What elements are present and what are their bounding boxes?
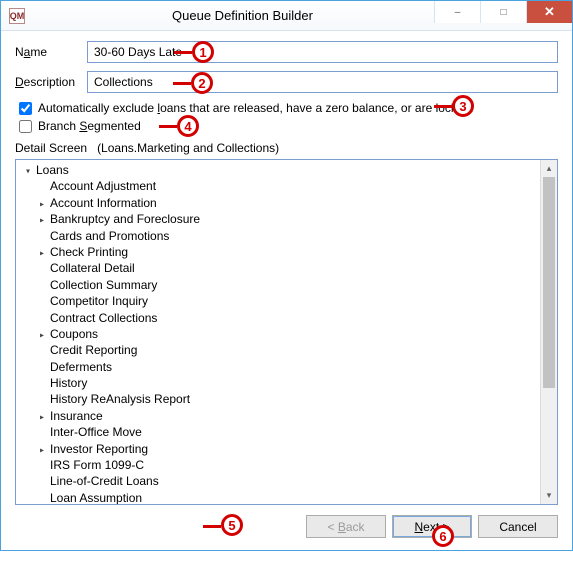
window-frame: QM Queue Definition Builder – □ ✕ Name D… [0,0,573,551]
description-input[interactable] [87,71,558,93]
tree-item[interactable]: Competitor Inquiry [22,293,540,309]
tree-item[interactable]: IRS Form 1099-C [22,457,540,473]
tree-item-label[interactable]: Inter-Office Move [50,425,142,439]
tree-item-label[interactable]: Coupons [50,327,98,341]
row-auto-exclude: Automatically exclude loans that are rel… [15,101,558,115]
tree-item-label[interactable]: Collection Summary [50,278,157,292]
tree-item-label[interactable]: Insurance [50,409,103,423]
tree-item-label[interactable]: Cards and Promotions [50,229,169,243]
tree-item-label[interactable]: IRS Form 1099-C [50,458,144,472]
row-description: Description [15,71,558,93]
tree-item[interactable]: History [22,375,540,391]
auto-exclude-checkbox[interactable] [19,102,32,115]
close-button[interactable]: ✕ [526,1,572,23]
tree-item[interactable]: ▸Coupons [22,326,540,342]
label-description: Description [15,75,87,89]
cancel-button[interactable]: Cancel [478,515,558,538]
tree-item[interactable]: ▸Account Information [22,195,540,211]
tree-item-label[interactable]: Collateral Detail [50,261,135,275]
tree-item[interactable]: Account Adjustment [22,178,540,194]
scroll-track[interactable] [541,177,557,487]
scroll-thumb[interactable] [543,177,555,388]
titlebar: QM Queue Definition Builder – □ ✕ [1,1,572,31]
tree-item-label[interactable]: Investor Reporting [50,442,148,456]
tree-item-label[interactable]: History [50,376,87,390]
tree-item[interactable]: Line-of-Credit Loans [22,473,540,489]
scroll-down-icon[interactable]: ▾ [541,487,557,504]
scrollbar-vertical[interactable]: ▴ ▾ [540,160,557,504]
tree-item-label[interactable]: Bankruptcy and Foreclosure [50,212,200,226]
tree-item-label[interactable]: History ReAnalysis Report [50,392,190,406]
auto-exclude-label[interactable]: Automatically exclude loans that are rel… [38,101,474,115]
window-controls: – □ ✕ [434,1,572,23]
tree-item-label[interactable]: Deferments [50,360,112,374]
tree-item[interactable]: Cards and Promotions [22,228,540,244]
tree-item-label[interactable]: Line-of-Credit Loans [50,474,159,488]
back-button[interactable]: < Back [306,515,386,538]
wizard-buttons: < Back Next > Cancel [15,515,558,538]
tree-item[interactable]: Collection Summary [22,277,540,293]
app-icon: QM [9,8,25,24]
tree-item-label[interactable]: Loans [36,163,69,177]
row-name: Name [15,41,558,63]
row-branch-segmented: Branch Segmented [15,119,558,133]
tree-item-label[interactable]: Competitor Inquiry [50,294,148,308]
next-button[interactable]: Next > [392,515,472,538]
label-name: Name [15,45,87,59]
window-title: Queue Definition Builder [33,8,452,23]
detail-screen-label: Detail Screen (Loans.Marketing and Colle… [15,141,558,155]
tree-item[interactable]: Deferments [22,359,540,375]
tree-item[interactable]: ▸Check Printing [22,244,540,260]
tree-item-label[interactable]: Loan Assumption [50,491,142,504]
tree-item[interactable]: ▸Investor Reporting [22,441,540,457]
tree-item[interactable]: History ReAnalysis Report [22,391,540,407]
branch-segmented-label[interactable]: Branch Segmented [38,119,141,133]
tree-item[interactable]: Contract Collections [22,310,540,326]
tree-item-label[interactable]: Credit Reporting [50,343,137,357]
maximize-button[interactable]: □ [480,1,526,23]
tree-item-label[interactable]: Contract Collections [50,311,157,325]
tree-item[interactable]: ▸Bankruptcy and Foreclosure [22,211,540,227]
tree-item[interactable]: Loan Assumption [22,490,540,504]
tree-item-label[interactable]: Account Adjustment [50,179,156,193]
minimize-button[interactable]: – [434,1,480,23]
tree[interactable]: ▾LoansAccount Adjustment▸Account Informa… [16,160,540,504]
client-area: Name Description Automatically exclude l… [1,31,572,550]
tree-item[interactable]: ▾Loans [22,162,540,178]
tree-item-label[interactable]: Account Information [50,196,157,210]
tree-item[interactable]: ▸Insurance [22,408,540,424]
tree-item[interactable]: Collateral Detail [22,260,540,276]
tree-container: ▾LoansAccount Adjustment▸Account Informa… [15,159,558,505]
tree-item-label[interactable]: Check Printing [50,245,128,259]
tree-item[interactable]: Inter-Office Move [22,424,540,440]
branch-segmented-checkbox[interactable] [19,120,32,133]
scroll-up-icon[interactable]: ▴ [541,160,557,177]
name-input[interactable] [87,41,558,63]
expander-open-icon[interactable]: ▾ [22,164,34,180]
tree-item[interactable]: Credit Reporting [22,342,540,358]
